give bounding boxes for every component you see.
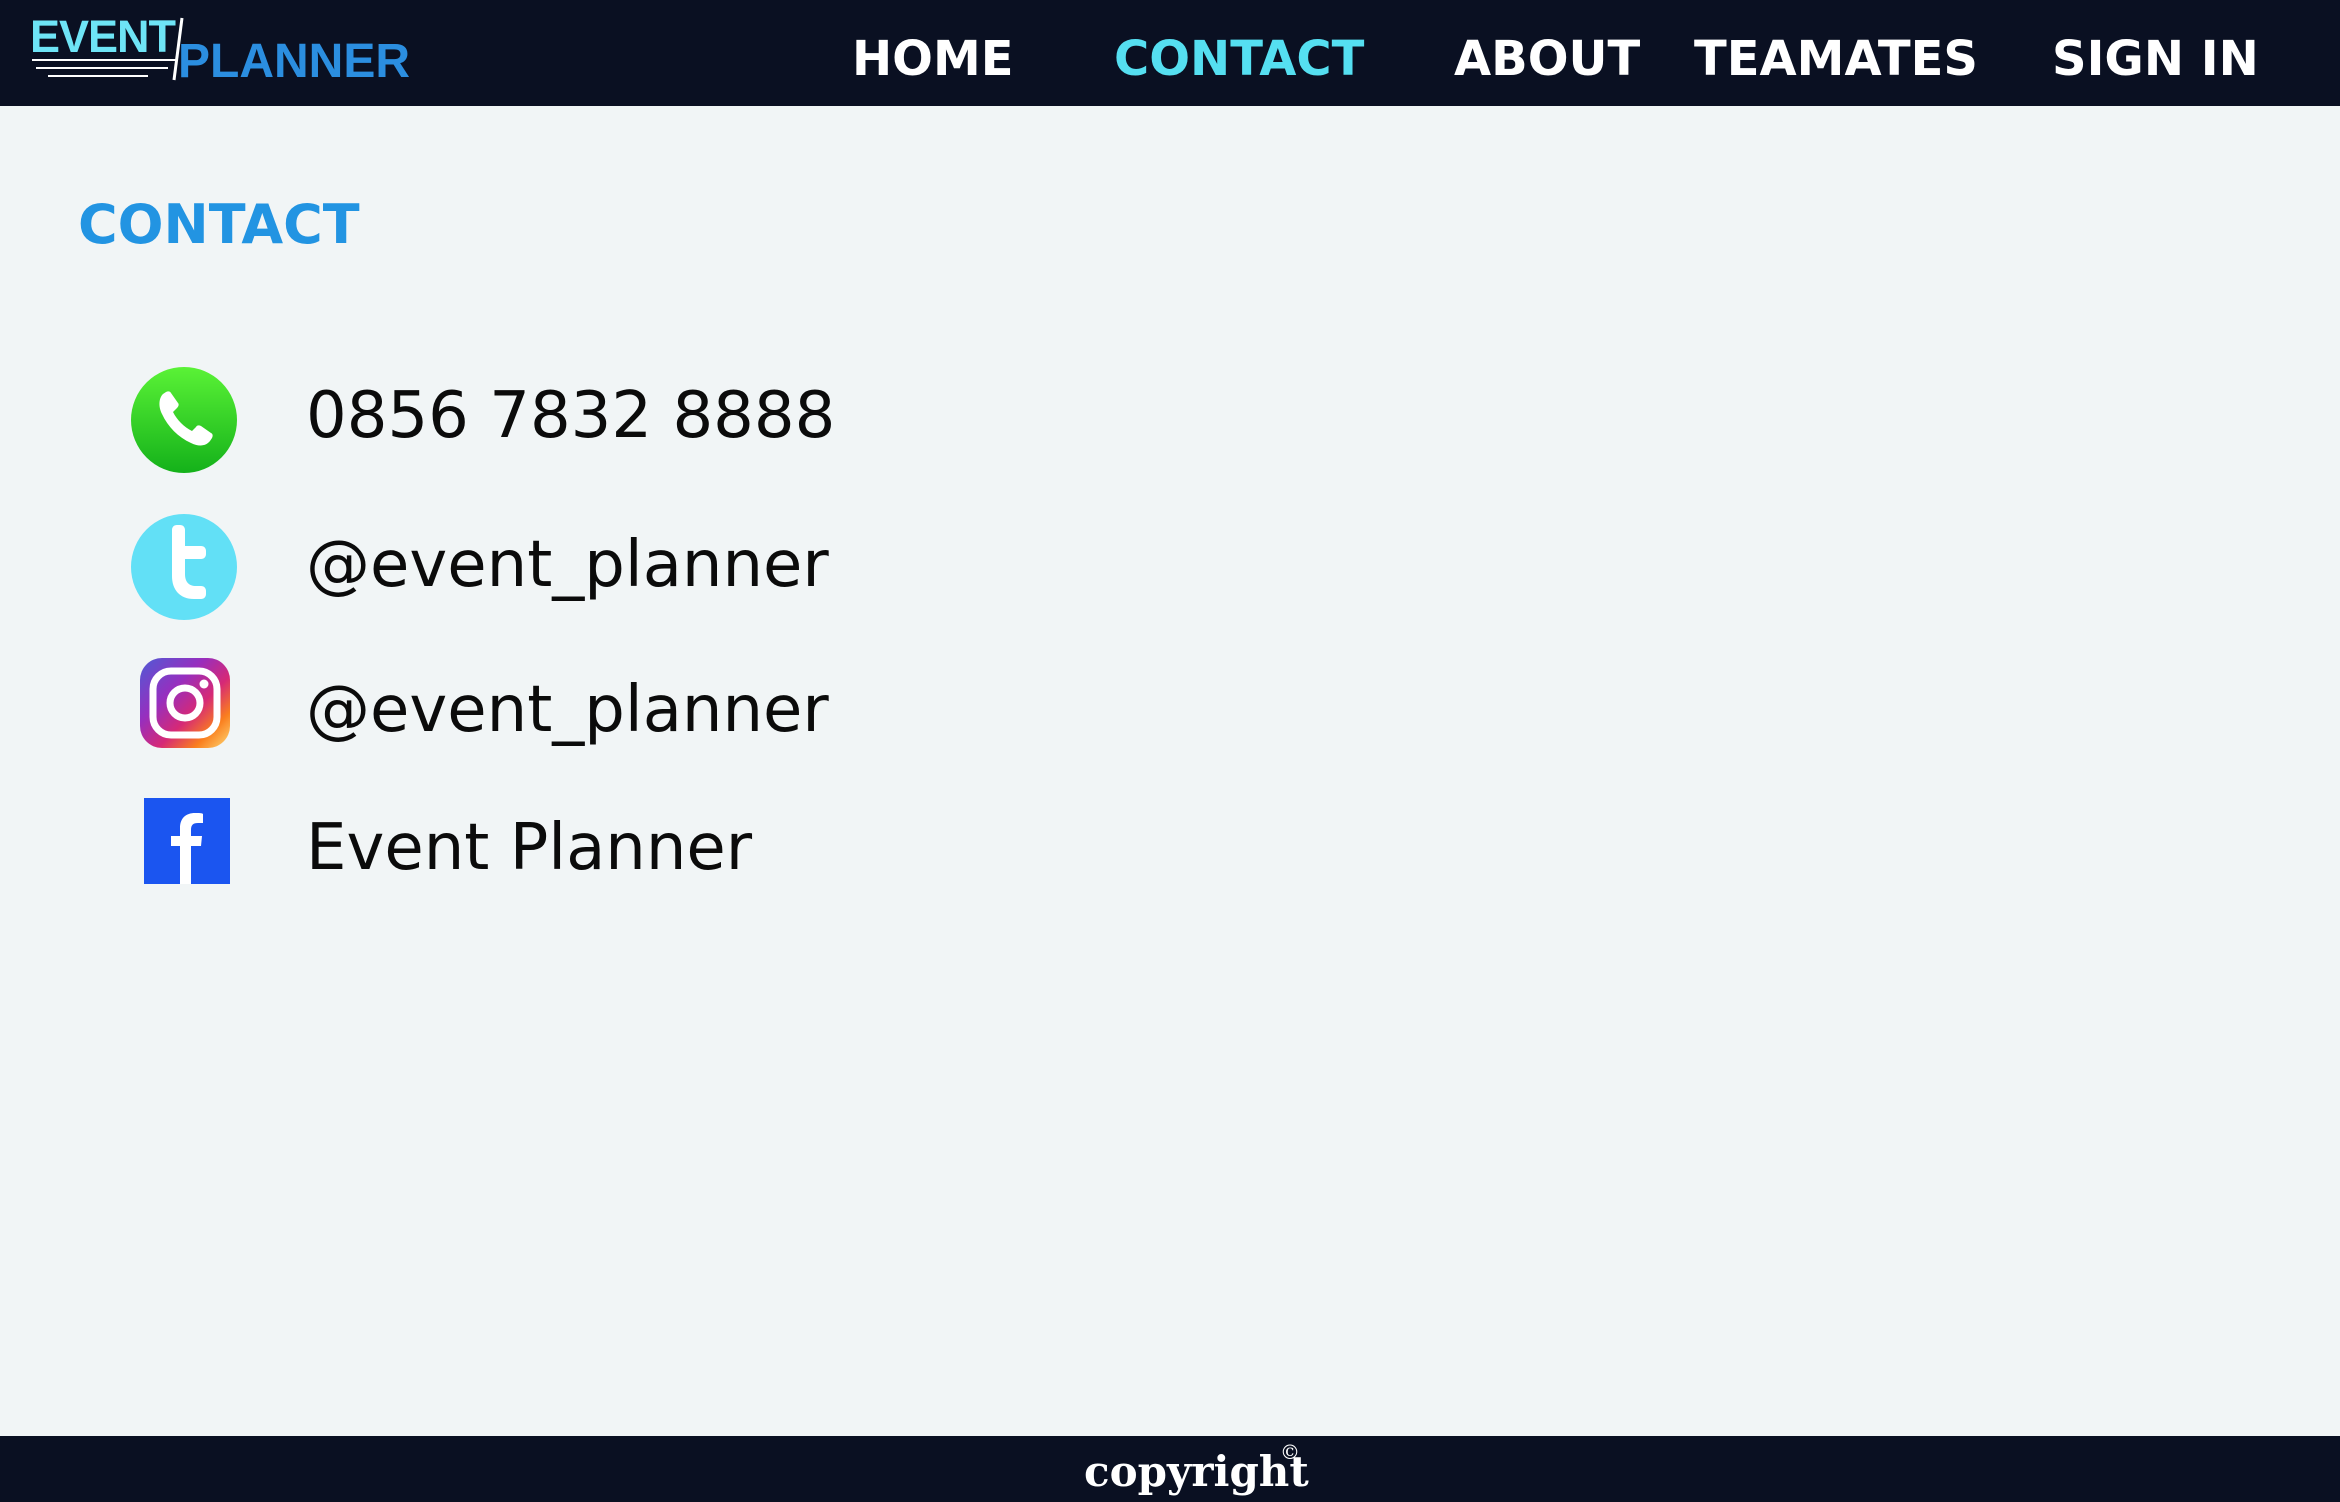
nav-contact[interactable]: CONTACT <box>1114 26 1364 92</box>
top-navbar: EVENT PLANNER HOME CONTACT ABOUT TEAMATE… <box>0 0 2340 106</box>
page-title: CONTACT <box>78 193 360 256</box>
copyright-symbol: © <box>1280 1440 1300 1464</box>
contact-instagram-text: @event_planner <box>306 673 829 747</box>
contact-item-phone[interactable]: 0856 7832 8888 <box>128 364 1028 474</box>
contact-twitter-text: @event_planner <box>306 528 829 602</box>
logo-word-planner: PLANNER <box>178 35 411 88</box>
nav-teamates[interactable]: TEAMATES <box>1694 26 1978 92</box>
twitter-icon[interactable] <box>128 512 240 622</box>
instagram-icon[interactable] <box>128 654 240 764</box>
footer-copyright-text: copyright <box>1084 1447 1309 1496</box>
nav-home[interactable]: HOME <box>852 26 1014 92</box>
whatsapp-phone-icon[interactable] <box>128 364 240 474</box>
logo-word-event: EVENT <box>30 11 176 62</box>
nav-about[interactable]: ABOUT <box>1454 26 1640 92</box>
footer: copyright © <box>0 1436 2340 1502</box>
contact-phone-text: 0856 7832 8888 <box>306 379 836 453</box>
facebook-icon[interactable] <box>128 794 240 904</box>
nav-sign-in[interactable]: SIGN IN <box>2052 26 2259 92</box>
contact-item-facebook[interactable]: Event Planner <box>128 794 1028 904</box>
contact-item-instagram[interactable]: @event_planner <box>128 654 1028 764</box>
contact-item-twitter[interactable]: @event_planner <box>128 512 1028 622</box>
contact-facebook-text: Event Planner <box>306 811 753 885</box>
event-planner-logo[interactable]: EVENT PLANNER <box>28 11 411 92</box>
